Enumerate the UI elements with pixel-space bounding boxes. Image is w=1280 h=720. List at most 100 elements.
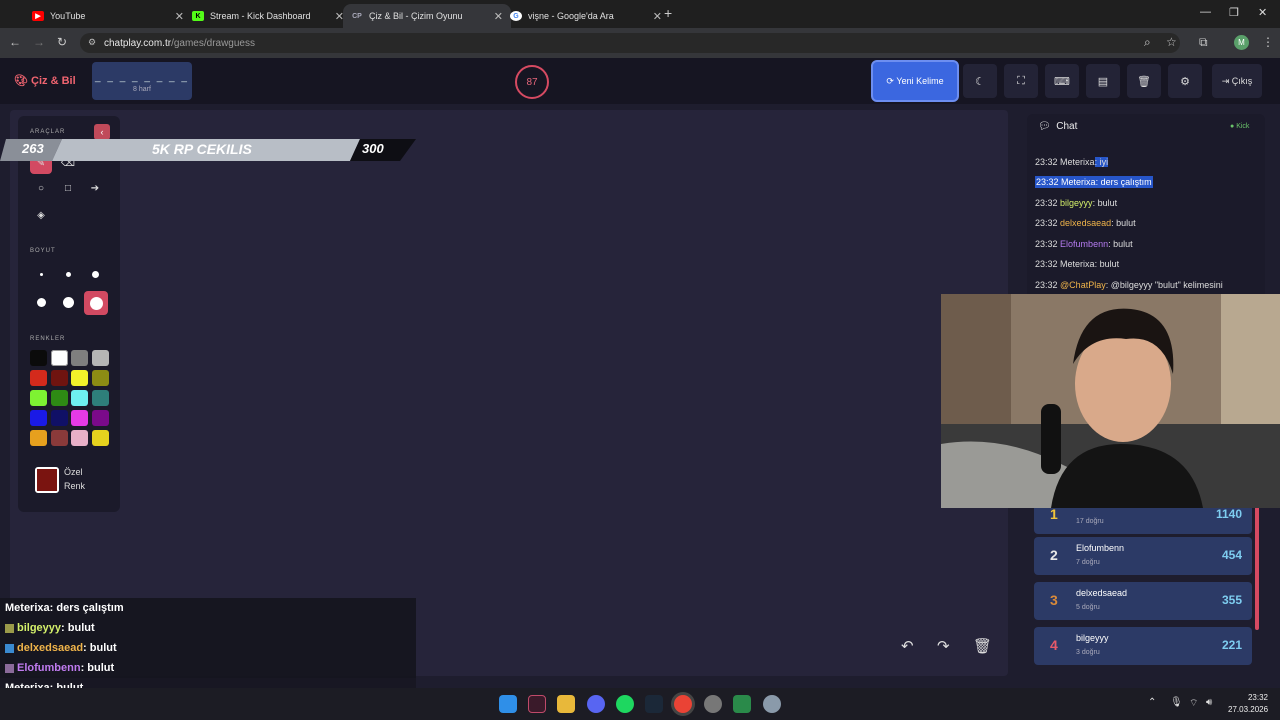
app-icon[interactable] — [733, 695, 751, 713]
color-swatch[interactable] — [71, 410, 88, 426]
menu-kebab-icon[interactable]: ⋮ — [1262, 35, 1274, 49]
maximize-icon[interactable]: ❐ — [1229, 6, 1239, 19]
spotify-icon[interactable] — [616, 695, 634, 713]
chat-text: : bulut — [1094, 259, 1120, 269]
collapse-panel-button[interactable]: ‹ — [94, 124, 110, 140]
redo-button[interactable]: ↷ — [937, 637, 950, 655]
clock-date: 27.03.2026 — [1228, 705, 1269, 714]
settings-icon[interactable] — [763, 695, 781, 713]
undo-icon: ↶ — [901, 638, 914, 655]
arrow-tool[interactable]: ➔ — [84, 177, 106, 199]
chrome-icon[interactable] — [674, 695, 692, 713]
colors-title: RENKLER — [30, 336, 66, 342]
color-swatch[interactable] — [71, 350, 88, 366]
steam-icon[interactable] — [645, 695, 663, 713]
fill-tool[interactable]: ◈ — [30, 204, 52, 226]
color-swatch[interactable] — [50, 430, 68, 446]
size-title: BOYUT — [30, 248, 56, 254]
zoom-icon[interactable]: ⌕ — [1144, 35, 1151, 50]
microphone-icon[interactable]: 🎙︎ — [1170, 697, 1183, 708]
back-icon[interactable]: ← — [9, 35, 21, 49]
size-option-3[interactable] — [84, 263, 106, 285]
network-icon[interactable]: ⌔ — [1189, 697, 1198, 710]
settings-button[interactable]: ⚙ — [1168, 64, 1202, 98]
archive-button[interactable]: ▤ — [1086, 64, 1120, 98]
palette-icon: 🎨︎ — [14, 75, 28, 87]
forward-icon[interactable]: → — [33, 35, 45, 49]
tab-google-search[interactable]: G vişne - Google'da Ara ✕ — [502, 4, 670, 28]
color-swatch[interactable] — [91, 370, 109, 386]
size-option-2[interactable] — [57, 263, 79, 285]
rank: 1 — [1050, 506, 1058, 522]
new-word-button[interactable]: ⟳ Yeni Kelime — [871, 60, 959, 102]
new-tab-icon[interactable]: + — [664, 5, 672, 21]
site-info-icon[interactable]: ⚙ — [88, 37, 96, 48]
color-swatch[interactable] — [30, 350, 47, 366]
chat-time: 23:32 — [1035, 280, 1058, 290]
circle-icon: ○ — [37, 182, 45, 194]
file-explorer-icon[interactable] — [557, 695, 575, 713]
size-option-1[interactable] — [30, 263, 52, 285]
close-icon[interactable]: ✕ — [175, 10, 184, 23]
trash-button[interactable]: 🗑︎ — [1127, 64, 1161, 98]
logout-button[interactable]: ⇥ Çıkış — [1212, 64, 1262, 98]
chat-username: bilgeyyy — [1060, 198, 1093, 208]
fullscreen-button[interactable]: ⛶ — [1004, 64, 1038, 98]
minimize-icon[interactable]: — — [1200, 6, 1211, 18]
leaderboard-scrollbar[interactable] — [1255, 500, 1259, 630]
tab-youtube[interactable]: ▶ YouTube ✕ — [24, 4, 192, 28]
tray-chevron-icon[interactable]: ⌃ — [1148, 697, 1156, 708]
color-swatch[interactable] — [30, 430, 47, 446]
color-swatch[interactable] — [91, 390, 109, 406]
color-swatch[interactable] — [50, 350, 68, 366]
bookmark-star-icon[interactable]: ☆ — [1166, 35, 1177, 49]
color-swatch[interactable] — [71, 370, 88, 386]
circle-tool[interactable]: ○ — [30, 177, 52, 199]
user-badge-icon — [5, 643, 14, 653]
tab-ciz-bil[interactable]: CP Çiz & Bil - Çizim Oyunu ✕ — [343, 4, 511, 28]
undo-button[interactable]: ↶ — [901, 637, 914, 655]
custom-color-swatch[interactable] — [35, 467, 59, 493]
size-option-4[interactable] — [30, 291, 52, 313]
size-dot — [39, 272, 43, 276]
close-window-icon[interactable]: ✕ — [1258, 6, 1267, 19]
chat-text: : bulut — [1108, 239, 1133, 249]
color-swatch[interactable] — [50, 390, 68, 406]
color-swatch[interactable] — [30, 370, 47, 386]
dark-mode-button[interactable]: ☾ — [963, 64, 997, 98]
profile-avatar[interactable]: M — [1234, 35, 1249, 50]
color-swatch[interactable] — [71, 390, 88, 406]
chat-time: 23:32 — [1036, 177, 1059, 187]
overlay-username: delxedsaead — [17, 642, 84, 654]
app-icon[interactable] — [528, 695, 546, 713]
rectangle-tool[interactable]: □ — [57, 177, 79, 199]
keyboard-button[interactable]: ⌨ — [1045, 64, 1079, 98]
volume-icon[interactable]: 🔊︎ — [1206, 697, 1212, 708]
url-domain: chatplay.com.tr — [104, 37, 172, 49]
color-swatch[interactable] — [91, 430, 109, 446]
color-swatch[interactable] — [50, 370, 68, 386]
color-swatch[interactable] — [71, 430, 88, 446]
color-swatch[interactable] — [91, 350, 109, 366]
color-palette — [30, 350, 114, 446]
app-logo[interactable]: 🎨︎ Çiz & Bil — [14, 74, 76, 87]
color-swatch[interactable] — [91, 410, 109, 426]
drawing-canvas[interactable] — [10, 110, 1008, 676]
custom-color-label-1: Özel — [64, 467, 83, 477]
color-swatch[interactable] — [30, 410, 47, 426]
discord-icon[interactable] — [587, 695, 605, 713]
clear-canvas-button[interactable]: 🗑︎ — [973, 637, 992, 655]
reload-icon[interactable]: ↻ — [57, 35, 67, 49]
url-input[interactable]: chatplay.com.tr/games/drawguess — [80, 33, 1180, 53]
size-option-5[interactable] — [57, 291, 79, 313]
obs-icon[interactable] — [704, 695, 722, 713]
tab-kick-dashboard[interactable]: K Stream - Kick Dashboard ✕ — [184, 4, 352, 28]
taskbar-clock[interactable]: 23:32 27.03.2026 — [1228, 692, 1268, 716]
start-icon[interactable] — [499, 695, 517, 713]
color-swatch[interactable] — [50, 410, 68, 426]
color-swatch[interactable] — [30, 390, 47, 406]
close-icon[interactable]: ✕ — [653, 10, 662, 23]
extensions-icon[interactable]: ⧉ — [1199, 35, 1208, 50]
size-option-6[interactable] — [84, 291, 108, 315]
chat-header: 💬︎ Chat — [1038, 121, 1077, 132]
